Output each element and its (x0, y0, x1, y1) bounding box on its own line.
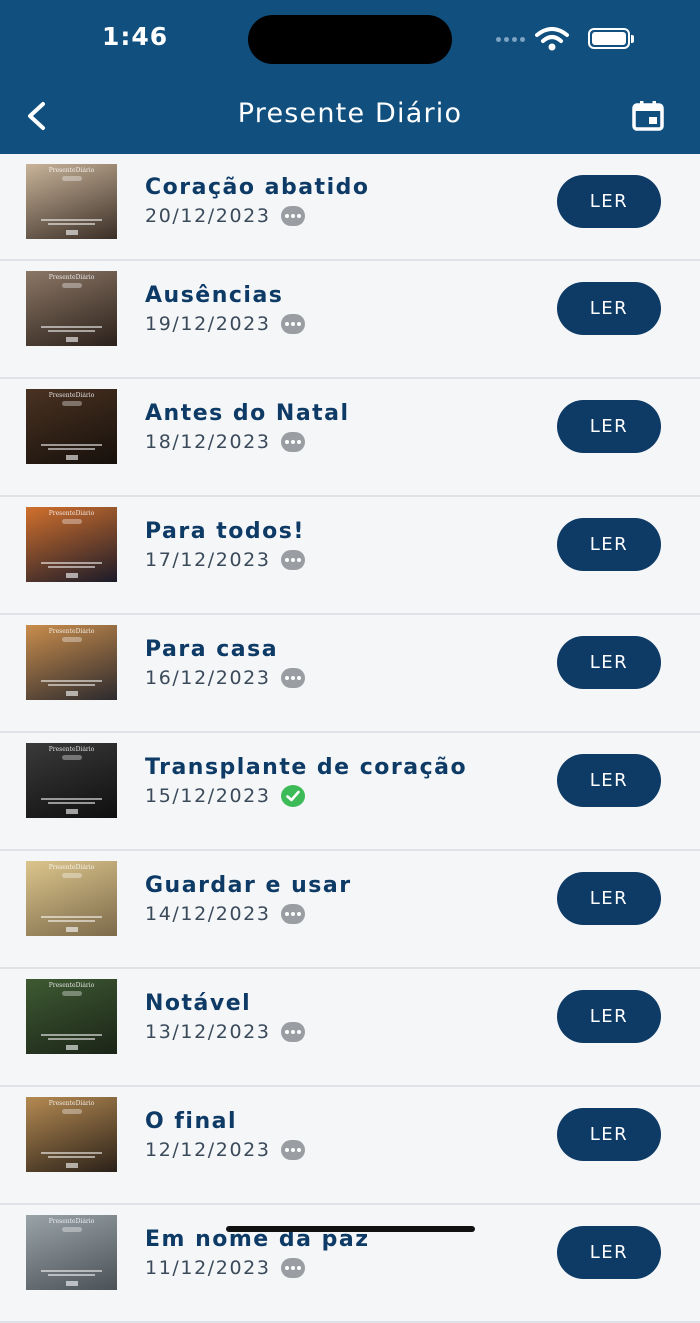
item-title: Guardar e usar (145, 873, 352, 898)
list-item[interactable]: PresenteDiário Coração abatido 20/12/2023… (0, 154, 700, 261)
signal-icon (496, 36, 525, 42)
list-item[interactable]: PresenteDiário Em nome da paz 11/12/2023 L… (0, 1205, 700, 1323)
item-date: 13/12/2023 (145, 1021, 271, 1043)
item-date: 11/12/2023 (145, 1257, 271, 1279)
item-date: 17/12/2023 (145, 549, 271, 571)
ellipsis-icon[interactable] (280, 668, 305, 688)
item-date-row: 16/12/2023 (145, 667, 305, 689)
item-title: Transplante de coração (145, 755, 468, 780)
devotional-thumbnail: PresenteDiário (26, 164, 117, 239)
ellipsis-icon[interactable] (280, 1140, 305, 1160)
devotional-thumbnail: PresenteDiário (26, 743, 117, 818)
read-button[interactable]: LER (557, 990, 661, 1043)
item-date-row: 13/12/2023 (145, 1021, 305, 1043)
item-date-row: 11/12/2023 (145, 1257, 305, 1279)
devotional-thumbnail: PresenteDiário (26, 1097, 117, 1172)
thumbnail-brand: PresenteDiário (48, 864, 95, 871)
read-button[interactable]: LER (557, 636, 661, 689)
item-date: 20/12/2023 (145, 205, 271, 227)
read-button[interactable]: LER (557, 400, 661, 453)
ellipsis-icon[interactable] (280, 432, 305, 452)
page-title: Presente Diário (237, 98, 463, 129)
item-date: 19/12/2023 (145, 313, 271, 335)
item-title: Para todos! (145, 519, 305, 544)
list-item[interactable]: PresenteDiário Notável 13/12/2023 LER (0, 969, 700, 1087)
battery-icon (588, 28, 634, 49)
devotional-thumbnail: PresenteDiário (26, 979, 117, 1054)
item-title: Para casa (145, 637, 279, 662)
app-header: 1:46 Presente Diário (0, 0, 700, 154)
dynamic-island (248, 15, 452, 64)
devotional-list: PresenteDiário Coração abatido 20/12/2023… (0, 154, 700, 1323)
read-button[interactable]: LER (557, 754, 661, 807)
home-indicator (226, 1226, 475, 1232)
ellipsis-icon[interactable] (280, 206, 305, 226)
list-item[interactable]: PresenteDiário Para casa 16/12/2023 LER (0, 615, 700, 733)
calendar-icon (632, 101, 664, 131)
item-title: Notável (145, 991, 252, 1016)
ellipsis-icon[interactable] (280, 904, 305, 924)
read-button[interactable]: LER (557, 175, 661, 228)
ellipsis-icon[interactable] (280, 1022, 305, 1042)
ellipsis-icon[interactable] (280, 314, 305, 334)
list-item[interactable]: PresenteDiário Transplante de coração 15/… (0, 733, 700, 851)
devotional-thumbnail: PresenteDiário (26, 271, 117, 346)
wifi-icon (535, 27, 569, 51)
item-date-row: 17/12/2023 (145, 549, 305, 571)
thumbnail-brand: PresenteDiário (48, 982, 95, 989)
item-date: 18/12/2023 (145, 431, 271, 453)
list-item[interactable]: PresenteDiário Para todos! 17/12/2023 LER (0, 497, 700, 615)
item-date: 16/12/2023 (145, 667, 271, 689)
status-icons (496, 26, 569, 52)
devotional-thumbnail: PresenteDiário (26, 389, 117, 464)
item-date-row: 20/12/2023 (145, 205, 305, 227)
thumbnail-brand: PresenteDiário (48, 628, 95, 635)
item-date-row: 14/12/2023 (145, 903, 305, 925)
thumbnail-brand: PresenteDiário (48, 746, 95, 753)
devotional-thumbnail: PresenteDiário (26, 861, 117, 936)
thumbnail-brand: PresenteDiário (48, 1218, 95, 1225)
thumbnail-brand: PresenteDiário (48, 510, 95, 517)
item-title: Coração abatido (145, 175, 370, 200)
status-time: 1:46 (102, 22, 169, 51)
devotional-thumbnail: PresenteDiário (26, 507, 117, 582)
list-item[interactable]: PresenteDiário Guardar e usar 14/12/2023 L… (0, 851, 700, 969)
read-button[interactable]: LER (557, 872, 661, 925)
item-date: 15/12/2023 (145, 785, 271, 807)
list-item[interactable]: PresenteDiário O final 12/12/2023 LER (0, 1087, 700, 1205)
thumbnail-brand: PresenteDiário (48, 167, 95, 174)
list-item[interactable]: PresenteDiário Ausências 19/12/2023 LER (0, 261, 700, 379)
read-button[interactable]: LER (557, 1108, 661, 1161)
item-title: Antes do Natal (145, 401, 350, 426)
item-date-row: 12/12/2023 (145, 1139, 305, 1161)
thumbnail-brand: PresenteDiário (48, 274, 95, 281)
item-date: 14/12/2023 (145, 903, 271, 925)
item-date-row: 15/12/2023 (145, 785, 305, 807)
devotional-thumbnail: PresenteDiário (26, 1215, 117, 1290)
item-title: Ausências (145, 283, 284, 308)
list-item[interactable]: PresenteDiário Antes do Natal 18/12/2023 L… (0, 379, 700, 497)
item-date: 12/12/2023 (145, 1139, 271, 1161)
read-button[interactable]: LER (557, 518, 661, 571)
thumbnail-brand: PresenteDiário (48, 392, 95, 399)
check-icon (280, 785, 305, 807)
item-date-row: 19/12/2023 (145, 313, 305, 335)
devotional-thumbnail: PresenteDiário (26, 625, 117, 700)
read-button[interactable]: LER (557, 282, 661, 335)
thumbnail-brand: PresenteDiário (48, 1100, 95, 1107)
calendar-button[interactable] (627, 97, 669, 135)
item-title: O final (145, 1109, 238, 1134)
read-button[interactable]: LER (557, 1226, 661, 1279)
ellipsis-icon[interactable] (280, 1258, 305, 1278)
ellipsis-icon[interactable] (280, 550, 305, 570)
item-date-row: 18/12/2023 (145, 431, 305, 453)
